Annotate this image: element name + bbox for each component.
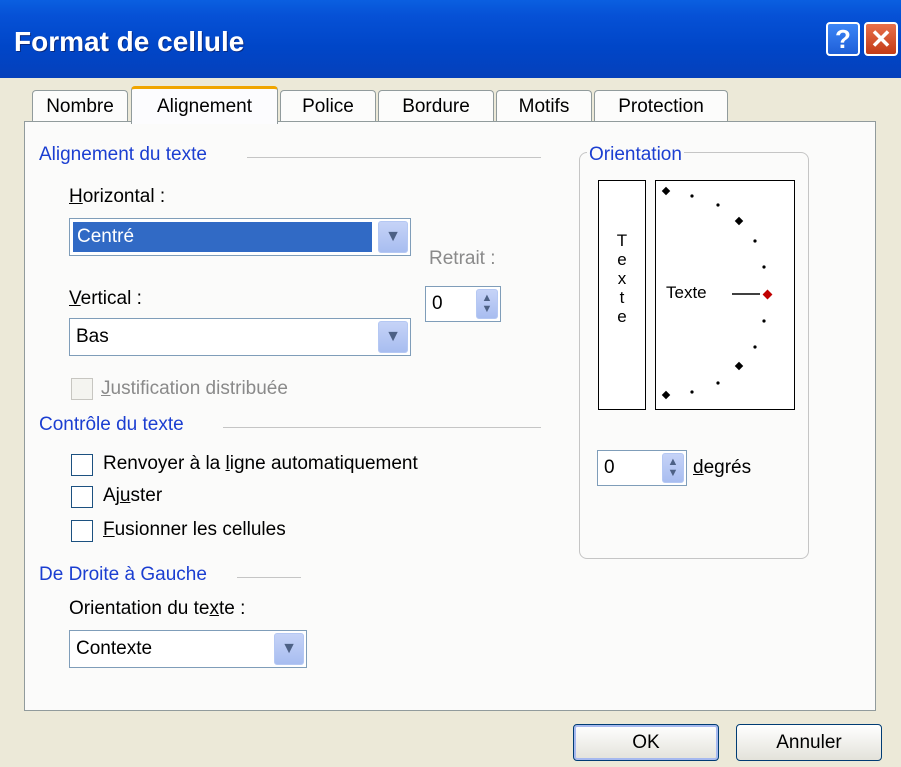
shrink-checkbox[interactable] — [71, 486, 93, 508]
section-divider — [247, 157, 541, 158]
section-text-alignment: Alignement du texte — [39, 144, 207, 165]
close-button[interactable]: ✕ — [864, 22, 898, 56]
merge-label: Fusionner les cellules — [103, 519, 286, 540]
distributed-label: Justification distribuée — [101, 378, 288, 399]
section-orientation: Orientation — [587, 144, 684, 166]
vertical-select-value: Bas — [76, 326, 109, 347]
merge-checkbox[interactable] — [71, 520, 93, 542]
help-icon: ? — [835, 23, 851, 54]
vertical-label: Vertical : — [69, 288, 142, 309]
diamond-icon — [762, 289, 773, 300]
window-title: Format de cellule — [14, 26, 245, 57]
cancel-button[interactable]: Annuler — [736, 724, 882, 761]
dial-label: Texte — [666, 283, 707, 302]
alignment-panel: Alignement du texte Horizontal : Centré … — [24, 121, 876, 711]
degrees-spinner[interactable]: 0 ▲ ▼ — [597, 450, 687, 486]
help-button[interactable]: ? — [826, 22, 860, 56]
tab-bordure[interactable]: Bordure — [378, 90, 494, 122]
title-bar[interactable]: Format de cellule ? ✕ — [0, 0, 901, 78]
spin-arrows-icon[interactable]: ▲ ▼ — [662, 453, 684, 483]
section-rtl: De Droite à Gauche — [39, 564, 207, 585]
horizontal-label: Horizontal : — [69, 186, 166, 207]
wrap-text-label: Renvoyer à la ligne automatiquement — [103, 453, 418, 474]
close-icon: ✕ — [870, 23, 892, 54]
text-direction-label: Orientation du texte : — [69, 598, 246, 619]
degrees-value: 0 — [604, 457, 615, 478]
chevron-down-icon[interactable]: ▼ — [378, 321, 408, 353]
text-direction-select[interactable]: Contexte ▼ — [69, 630, 307, 668]
horizontal-select-value: Centré — [73, 222, 372, 252]
indent-label: Retrait : — [429, 248, 496, 269]
section-text-control: Contrôle du texte — [39, 414, 184, 435]
spin-arrows-icon[interactable]: ▲ ▼ — [476, 289, 498, 319]
vertical-text: T e x t e — [616, 231, 628, 326]
orientation-dial[interactable]: Texte — [655, 180, 795, 410]
shrink-label: Ajuster — [103, 485, 163, 506]
wrap-text-checkbox[interactable] — [71, 454, 93, 476]
tab-police[interactable]: Police — [280, 90, 376, 122]
tab-protection[interactable]: Protection — [594, 90, 728, 122]
section-divider — [223, 427, 541, 428]
chevron-down-icon[interactable]: ▼ — [378, 221, 408, 253]
ok-button[interactable]: OK — [573, 724, 719, 761]
tab-motifs[interactable]: Motifs — [496, 90, 592, 122]
distributed-checkbox[interactable] — [71, 378, 93, 400]
vertical-select[interactable]: Bas ▼ — [69, 318, 411, 356]
tab-alignement[interactable]: Alignement — [131, 86, 278, 124]
vertical-text-box[interactable]: T e x t e — [598, 180, 646, 410]
format-cells-dialog: Format de cellule ? ✕ Nombre Alignement … — [0, 0, 901, 767]
degrees-label: degrés — [693, 457, 752, 478]
tab-nombre[interactable]: Nombre — [32, 90, 128, 122]
section-divider — [237, 577, 301, 578]
indent-spinner[interactable]: 0 ▲ ▼ — [425, 286, 501, 322]
chevron-down-icon[interactable]: ▼ — [274, 633, 304, 665]
indent-value: 0 — [432, 293, 443, 314]
text-direction-value: Contexte — [76, 638, 153, 659]
horizontal-select[interactable]: Centré ▼ — [69, 218, 411, 256]
